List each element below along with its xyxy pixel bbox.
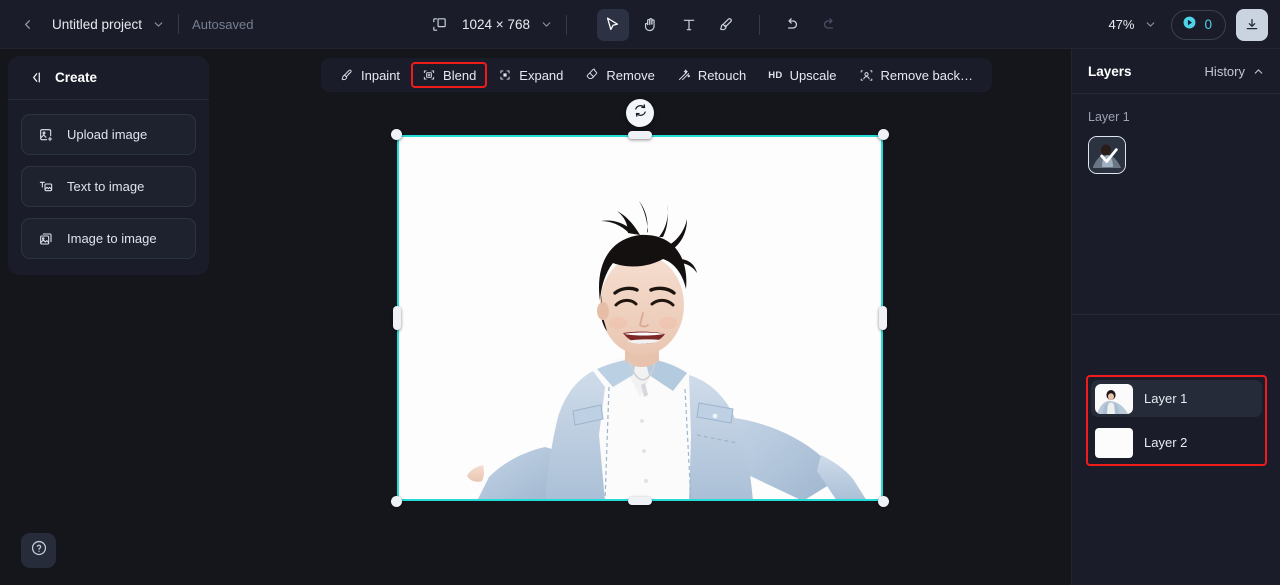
app-root: Untitled project Autosaved 1024 × 768 47… [0,0,1280,585]
text-to-image-icon [38,179,54,195]
text-tool[interactable] [673,9,705,41]
selection-border [397,135,883,501]
upload-image-icon [38,127,54,143]
create-panel-title: Create [55,70,98,85]
divider [178,14,180,34]
back-button[interactable] [12,9,42,39]
inpaint-brush-icon [340,68,354,82]
layers-panel: Layers History Layer 1 Layer 1 Layer 2 [1071,49,1280,585]
layer-thumbnail [1095,427,1133,458]
brush-tool[interactable] [711,9,743,41]
zoom-chevron-down-icon[interactable] [1144,18,1157,31]
history-toggle[interactable]: History [1205,64,1265,79]
expand-frame-icon [498,68,512,82]
credit-coin-icon [1182,15,1197,35]
resize-handle-left[interactable] [393,306,401,330]
chevron-up-icon [1252,65,1265,78]
resize-handle-right[interactable] [879,306,887,330]
retouch-wand-icon [677,68,691,82]
collapse-left-icon[interactable] [28,70,43,85]
question-mark-icon [30,539,48,562]
canvas-selection[interactable] [391,99,889,507]
history-label: History [1204,63,1245,79]
check-icon [1100,148,1118,163]
expand-button[interactable]: Expand [487,62,574,88]
layers-panel-header: Layers History [1072,49,1280,94]
canvas-size-label[interactable]: 1024 × 768 [462,17,530,32]
create-panel-header: Create [8,56,209,100]
text-to-image-label: Text to image [67,179,145,194]
layers-title: Layers [1088,63,1132,79]
remove-background-button[interactable]: Remove back… [848,62,984,88]
image-to-image-button[interactable]: Image to image [21,218,196,259]
top-right-group: 47% 0 [1108,0,1268,49]
layer-thumbnail [1095,383,1133,414]
active-layer-label: Layer 1 [1088,110,1130,124]
create-panel: Create Upload image Text to image Image … [8,56,209,275]
inpaint-label: Inpaint [361,67,401,83]
layer-name: Layer 2 [1144,435,1188,450]
canvas-resize-icon[interactable] [431,16,448,33]
zoom-level-label[interactable]: 47% [1108,17,1134,32]
image-to-image-icon [38,231,54,247]
resize-handle-top[interactable] [628,131,652,139]
select-tool[interactable] [596,8,629,41]
panel-divider [1072,314,1280,315]
inpaint-button[interactable]: Inpaint [329,62,411,88]
download-button[interactable] [1236,8,1268,41]
image-to-image-label: Image to image [67,231,157,246]
credits-badge[interactable]: 0 [1171,9,1226,40]
chevron-down-icon[interactable] [152,18,165,31]
divider [758,14,760,35]
blend-label: Blend [443,67,477,83]
project-name[interactable]: Untitled project [52,17,142,32]
layer-name: Layer 1 [1144,391,1188,406]
resize-handle-bottom[interactable] [628,497,652,505]
resize-handle-top-right[interactable] [878,129,889,140]
rotate-icon [633,103,648,123]
divider [565,14,567,35]
remove-label: Remove [606,67,655,83]
edit-toolbar: Inpaint Blend Expand Remove Retouch HD U… [321,58,993,92]
remove-background-label: Remove back… [880,67,974,83]
remove-background-icon [859,68,874,83]
layer-list: Layer 1 Layer 2 [1086,375,1267,466]
blend-button[interactable]: Blend [411,62,488,88]
blend-icon [422,68,436,82]
resize-handle-bottom-left[interactable] [391,496,402,507]
upload-image-button[interactable]: Upload image [21,114,196,155]
remove-button[interactable]: Remove [574,62,665,88]
credits-count: 0 [1204,17,1212,32]
rotate-button[interactable] [626,99,654,127]
upload-image-label: Upload image [67,127,148,142]
undo-button[interactable] [776,9,808,41]
upscale-label: Upscale [789,67,837,83]
resize-handle-bottom-right[interactable] [878,496,889,507]
redo-button[interactable] [814,9,846,41]
hd-badge-icon: HD [768,69,783,81]
canvas-size-chevron-down-icon[interactable] [540,18,553,31]
tool-group [594,8,849,41]
resize-handle-top-left[interactable] [391,129,402,140]
layer-row[interactable]: Layer 1 [1091,380,1262,417]
text-to-image-button[interactable]: Text to image [21,166,196,207]
portrait-thumb-icon [1095,383,1133,414]
autosaved-status: Autosaved [192,16,254,32]
upscale-button[interactable]: HD Upscale [757,62,847,88]
create-panel-items: Upload image Text to image Image to imag… [8,100,209,275]
retouch-label: Retouch [697,67,747,83]
help-button[interactable] [21,533,56,568]
expand-label: Expand [519,67,564,83]
active-layer-thumbnail[interactable] [1088,136,1126,174]
active-layer-section: Layer 1 [1072,94,1280,174]
retouch-button[interactable]: Retouch [666,62,757,88]
layer-row[interactable]: Layer 2 [1091,424,1262,461]
hand-tool[interactable] [635,9,667,41]
eraser-icon [585,68,599,82]
